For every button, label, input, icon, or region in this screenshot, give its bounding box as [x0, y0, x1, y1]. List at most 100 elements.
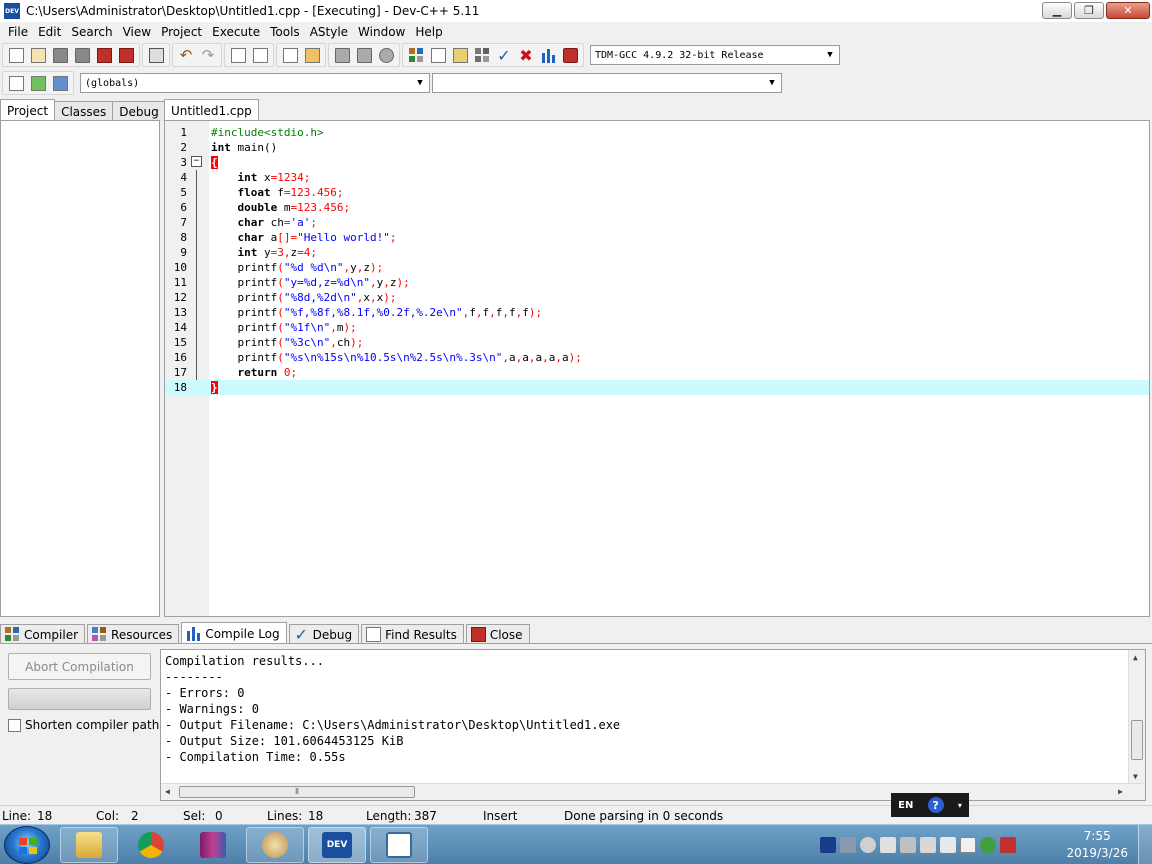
- log-vertical-scrollbar[interactable]: ▲ ▼: [1128, 650, 1145, 784]
- code-line[interactable]: 16 printf("%s\n%15s\n%10.5s\n%2.5s\n%.3s…: [165, 350, 1149, 365]
- replace-button[interactable]: [249, 44, 271, 66]
- horizontal-scroll-thumb[interactable]: ⦀: [179, 786, 415, 798]
- code-line[interactable]: 9 int y=3,z=4;: [165, 245, 1149, 260]
- forward-button[interactable]: [353, 44, 375, 66]
- scroll-right-icon[interactable]: ▶: [1118, 787, 1123, 796]
- menu-search[interactable]: Search: [66, 25, 117, 39]
- minimize-button[interactable]: ▁: [1042, 2, 1072, 19]
- tray-utility-icon[interactable]: [920, 837, 936, 853]
- menu-execute[interactable]: Execute: [207, 25, 265, 39]
- tab-debug-output[interactable]: ✓ Debug: [288, 624, 360, 644]
- tab-compiler[interactable]: Compiler: [0, 624, 86, 644]
- flag-alert-icon[interactable]: [1000, 837, 1016, 853]
- menu-file[interactable]: File: [3, 25, 33, 39]
- code-line[interactable]: 8 char a[]="Hello world!";: [165, 230, 1149, 245]
- tab-compile-log[interactable]: Compile Log: [181, 622, 287, 644]
- tray-device-icon[interactable]: [940, 837, 956, 853]
- vertical-scroll-thumb[interactable]: [1131, 720, 1143, 760]
- shorten-paths-option[interactable]: Shorten compiler paths: [8, 718, 166, 732]
- tab-project[interactable]: Project: [0, 99, 56, 121]
- code-line[interactable]: 2 int main(): [165, 140, 1149, 155]
- code-line[interactable]: 18}: [165, 380, 1149, 395]
- ime-options-icon[interactable]: ▾: [958, 801, 962, 810]
- open-file-button[interactable]: [27, 44, 49, 66]
- menu-project[interactable]: Project: [156, 25, 207, 39]
- taskbar-chrome[interactable]: [122, 827, 180, 863]
- run-button[interactable]: [427, 44, 449, 66]
- ime-language-bar[interactable]: EN ? ▾: [891, 793, 969, 817]
- compile-log-output[interactable]: Compilation results... -------- - Errors: …: [160, 649, 1146, 801]
- delete-profile-button[interactable]: [559, 44, 581, 66]
- fold-toggle-icon[interactable]: −: [191, 156, 202, 167]
- taskbar-notepad[interactable]: [370, 827, 428, 863]
- log-horizontal-scrollbar[interactable]: ◀ ⦀ ▶: [161, 783, 1145, 800]
- goto-button[interactable]: [27, 72, 49, 94]
- save-button[interactable]: [49, 44, 71, 66]
- save-all-button[interactable]: [71, 44, 93, 66]
- menu-edit[interactable]: Edit: [33, 25, 66, 39]
- close-button[interactable]: ✕: [1106, 2, 1150, 19]
- tab-resources[interactable]: Resources: [87, 624, 180, 644]
- back-button[interactable]: [331, 44, 353, 66]
- code-line[interactable]: 13 printf("%f,%8f,%8.1f,%0.2f,%.2e\n",f,…: [165, 305, 1149, 320]
- menu-astyle[interactable]: AStyle: [305, 25, 353, 39]
- show-desktop-button[interactable]: [1138, 825, 1152, 864]
- find-button[interactable]: [227, 44, 249, 66]
- code-line[interactable]: 11 printf("y=%d,z=%d\n",y,z);: [165, 275, 1149, 290]
- code-line[interactable]: 7 char ch='a';: [165, 215, 1149, 230]
- declaration-button[interactable]: [49, 72, 71, 94]
- code-line[interactable]: 10 printf("%d %d\n",y,z);: [165, 260, 1149, 275]
- help-icon[interactable]: ?: [927, 797, 944, 813]
- menu-view[interactable]: View: [118, 25, 156, 39]
- security-icon[interactable]: [980, 837, 996, 853]
- code-line[interactable]: 6 double m=123.456;: [165, 200, 1149, 215]
- stop-execution-button[interactable]: ✖: [515, 44, 537, 66]
- maximize-button[interactable]: ❐: [1074, 2, 1104, 19]
- menu-window[interactable]: Window: [353, 25, 410, 39]
- close-file-button[interactable]: [93, 44, 115, 66]
- tray-app-icon[interactable]: [840, 837, 856, 853]
- code-line[interactable]: 15 printf("%3c\n",ch);: [165, 335, 1149, 350]
- rebuild-all-button[interactable]: [471, 44, 493, 66]
- abort-compilation-button[interactable]: Abort Compilation: [8, 653, 151, 680]
- code-line[interactable]: 14 printf("%1f\n",m);: [165, 320, 1149, 335]
- tray-tool-icon[interactable]: [900, 837, 916, 853]
- menu-help[interactable]: Help: [410, 25, 447, 39]
- code-editor[interactable]: 1 #include<stdio.h> 2 int main() 3−{4 int x=…: [164, 120, 1150, 617]
- scroll-left-icon[interactable]: ◀: [165, 787, 170, 796]
- photoshop-tray-icon[interactable]: [820, 837, 836, 853]
- tab-find-results[interactable]: Find Results: [361, 624, 464, 644]
- settings-tray-icon[interactable]: [860, 837, 876, 853]
- taskbar-winrar[interactable]: [184, 827, 242, 863]
- print-button[interactable]: [145, 44, 167, 66]
- insert-button[interactable]: [5, 72, 27, 94]
- syntax-check-button[interactable]: ✓: [493, 44, 515, 66]
- compile-button[interactable]: [405, 44, 427, 66]
- ime-lang[interactable]: EN: [898, 800, 913, 811]
- compile-run-button[interactable]: [449, 44, 471, 66]
- taskbar-devcpp[interactable]: DEV: [308, 827, 366, 863]
- taskbar-clock[interactable]: 7:55 2019/3/26: [1066, 828, 1128, 862]
- project-browser[interactable]: [0, 120, 160, 617]
- code-line[interactable]: 1 #include<stdio.h>: [165, 125, 1149, 140]
- shorten-paths-checkbox[interactable]: [8, 718, 21, 732]
- scroll-up-icon[interactable]: ▲: [1133, 653, 1138, 662]
- goto-line-button[interactable]: [301, 44, 323, 66]
- code-line[interactable]: 4 int x=1234;: [165, 170, 1149, 185]
- taskbar-explorer[interactable]: [60, 827, 118, 863]
- new-file-button[interactable]: [5, 44, 27, 66]
- close-all-button[interactable]: [115, 44, 137, 66]
- start-button[interactable]: [4, 826, 50, 864]
- code-line[interactable]: 3−{: [165, 155, 1149, 170]
- network-icon[interactable]: [960, 837, 976, 853]
- tab-classes[interactable]: Classes: [54, 101, 114, 121]
- compiler-select[interactable]: TDM-GCC 4.9.2 32-bit Release ▼: [590, 45, 840, 65]
- undo-button[interactable]: ↶: [175, 44, 197, 66]
- code-line[interactable]: 17 return 0;: [165, 365, 1149, 380]
- tab-debug[interactable]: Debug: [112, 101, 166, 121]
- indent-button[interactable]: [279, 44, 301, 66]
- redo-button[interactable]: ↷: [197, 44, 219, 66]
- menu-tools[interactable]: Tools: [265, 25, 305, 39]
- scope-select[interactable]: (globals) ▼: [80, 73, 430, 93]
- scroll-down-icon[interactable]: ▼: [1133, 772, 1138, 781]
